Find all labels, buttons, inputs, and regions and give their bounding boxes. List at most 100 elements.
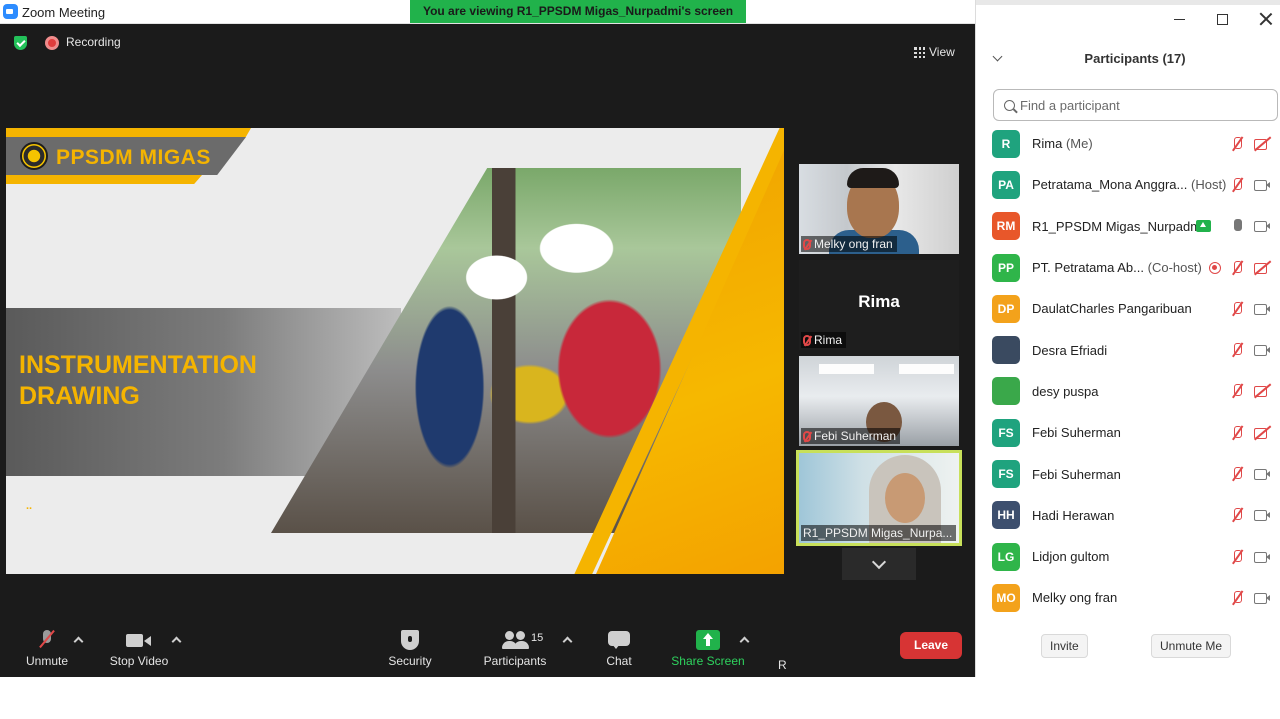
leave-button[interactable]: Leave [900, 632, 962, 659]
participant-row[interactable]: FS Febi Suherman [976, 453, 1280, 494]
participant-name-text: Hadi Herawan [1032, 507, 1115, 523]
participant-status-icons [1229, 177, 1271, 193]
participant-name-text: Melky ong fran [1032, 590, 1118, 606]
participant-search[interactable] [993, 89, 1278, 121]
cam-off-icon [1253, 260, 1271, 276]
security-button[interactable]: Security [384, 630, 436, 668]
share-screen-icon [696, 630, 720, 650]
participant-status-icons [1229, 342, 1271, 358]
participant-row[interactable]: FS Febi Suherman [976, 412, 1280, 453]
security-shield-icon [401, 630, 419, 650]
view-button[interactable]: View [910, 41, 959, 63]
avatar [992, 336, 1020, 365]
mic-off-icon [1229, 342, 1245, 358]
slide-logo-underline [6, 175, 202, 184]
chat-button[interactable]: Chat [598, 630, 640, 668]
avatar: FS [992, 460, 1020, 489]
participant-name: Febi Suherman [1032, 467, 1121, 482]
more-videos-button[interactable] [842, 548, 916, 580]
video-tile-name: Melky ong fran [801, 236, 897, 252]
mic-muted-icon [803, 334, 811, 346]
participant-row[interactable]: desy puspa [976, 371, 1280, 412]
participants-count: 15 [531, 632, 544, 644]
participant-row[interactable]: LG Lidjon gultom [976, 536, 1280, 577]
participant-name-text: PT. Petratama Ab... [1032, 260, 1144, 276]
video-tile-display-name: Rima [858, 292, 900, 311]
participant-name: PT. Petratama Ab... (Co-host) [1032, 260, 1202, 275]
meeting-area: Recording View PPSDM MIGAS INSTRUMENTATI… [0, 24, 975, 677]
participant-status-icons [1229, 507, 1271, 523]
encryption-shield-icon[interactable] [14, 36, 27, 50]
cam-icon [1253, 301, 1271, 317]
maximize-icon[interactable] [1217, 14, 1228, 25]
audio-options-caret[interactable] [73, 636, 84, 647]
cam-icon [1253, 218, 1271, 234]
search-input[interactable] [1020, 97, 1260, 113]
avatar: FS [992, 418, 1020, 447]
participant-name: Lidjon gultom [1032, 549, 1109, 564]
participant-name-text: Febi Suherman [1032, 466, 1121, 482]
participant-name: Rima (Me) [1032, 136, 1093, 151]
share-screen-button[interactable]: Share Screen [670, 630, 746, 668]
participant-status-icons [1229, 425, 1271, 441]
participant-name: desy puspa [1032, 384, 1099, 399]
video-tile-active-speaker[interactable]: R1_PPSDM Migas_Nurpa... [796, 450, 962, 546]
zoom-logo-icon [3, 4, 18, 19]
slide-dots: .. [26, 500, 33, 512]
video-tile-name: Rima [801, 332, 847, 348]
cam-off-icon [1253, 383, 1271, 399]
participant-row[interactable]: Desra Efriadi [976, 329, 1280, 370]
video-tile-label: R1_PPSDM Migas_Nurpa... [803, 526, 953, 540]
unmute-me-button[interactable]: Unmute Me [1151, 634, 1232, 658]
participant-name-text: DaulatCharles Pangaribuan [1032, 301, 1192, 317]
avatar: PA [992, 170, 1020, 199]
mic-off-icon [1229, 466, 1245, 482]
minimize-icon[interactable] [1174, 19, 1185, 20]
video-tile-melky[interactable]: Melky ong fran [799, 164, 959, 254]
panel-top-border [976, 0, 1280, 5]
viewing-screen-banner[interactable]: You are viewing R1_PPSDM Migas_Nurpadmi'… [410, 0, 746, 23]
cam-icon [1253, 342, 1271, 358]
participants-options-caret[interactable] [562, 636, 573, 647]
cam-icon [1253, 466, 1271, 482]
participant-name: Desra Efriadi [1032, 343, 1107, 358]
ceiling-light [899, 364, 954, 374]
cam-icon [1253, 590, 1271, 606]
participant-name: DaulatCharles Pangaribuan [1032, 301, 1192, 316]
participant-row[interactable]: MO Melky ong fran [976, 577, 1280, 618]
participant-name: Petratama_Mona Anggra... (Host) [1032, 177, 1226, 192]
participants-label: Participants [483, 654, 547, 668]
chat-label: Chat [606, 654, 632, 668]
participant-status-icons [1229, 383, 1271, 399]
video-tile-label: Febi Suherman [814, 429, 897, 443]
invite-button[interactable]: Invite [1041, 634, 1088, 658]
participant-status-icons [1229, 136, 1271, 152]
video-tile-label: Melky ong fran [814, 237, 893, 251]
video-tile-febi[interactable]: Febi Suherman [799, 356, 959, 446]
avatar: PP [992, 253, 1020, 282]
close-icon[interactable] [1259, 12, 1273, 26]
recording-small-icon [1209, 261, 1221, 274]
participant-row[interactable]: PA Petratama_Mona Anggra... (Host) [976, 164, 1280, 205]
video-tile-rima[interactable]: Rima Rima [799, 260, 959, 350]
chevron-down-icon [871, 554, 887, 569]
participant-row[interactable]: DP DaulatCharles Pangaribuan [976, 288, 1280, 329]
mic-off-icon [1229, 177, 1245, 193]
mic-muted-icon [803, 430, 811, 442]
mic-muted-icon [803, 238, 811, 250]
participant-row[interactable]: PP PT. Petratama Ab... (Co-host) [976, 247, 1280, 288]
participant-row[interactable]: HH Hadi Herawan [976, 495, 1280, 536]
stop-video-button[interactable]: Stop Video [104, 630, 174, 668]
slide-title-line2: DRAWING [19, 382, 140, 410]
participant-row[interactable]: RM R1_PPSDM Migas_Nurpadmi [976, 206, 1280, 247]
mic-off-icon [1229, 383, 1245, 399]
mic-off-icon [1229, 260, 1245, 276]
participant-name: Melky ong fran [1032, 590, 1117, 605]
participant-row[interactable]: R Rima (Me) [976, 123, 1280, 164]
security-label: Security [388, 654, 432, 668]
participant-name-text: R1_PPSDM Migas_Nurpadmi [1032, 218, 1204, 234]
record-button-label[interactable]: R [778, 658, 787, 672]
participant-status-icons [1196, 218, 1271, 234]
mic-off-icon [1229, 301, 1245, 317]
unmute-button[interactable]: Unmute [22, 629, 72, 668]
